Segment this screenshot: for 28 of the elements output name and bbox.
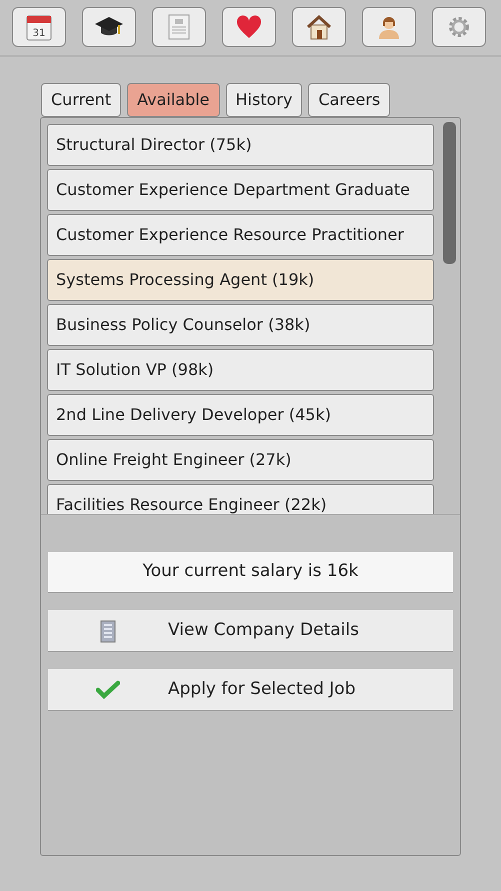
toolbar-button[interactable] <box>82 7 136 47</box>
scrollbar[interactable] <box>443 122 456 264</box>
house-icon <box>306 14 332 40</box>
tab[interactable]: History <box>226 83 302 117</box>
settings-icon <box>447 15 471 39</box>
action-button[interactable]: Apply for Selected Job <box>48 669 453 711</box>
salary-display: Your current salary is 16k <box>48 552 453 593</box>
job-item[interactable]: Systems Processing Agent (19k) <box>47 259 434 301</box>
toolbar-button[interactable] <box>292 7 346 47</box>
toolbar-button[interactable]: 31 <box>12 7 66 47</box>
tab[interactable]: Available <box>127 83 220 117</box>
job-item[interactable]: IT Solution VP (98k) <box>47 349 434 391</box>
job-item[interactable]: Structural Director (75k) <box>47 124 434 166</box>
job-item[interactable]: Facilities Resource Engineer (22k) <box>47 484 434 514</box>
heart-icon <box>236 15 262 39</box>
person-icon <box>377 14 401 40</box>
check-icon <box>96 680 120 700</box>
building-icon <box>98 618 118 642</box>
tab[interactable]: Careers <box>308 83 390 117</box>
job-item[interactable]: 2nd Line Delivery Developer (45k) <box>47 394 434 436</box>
document-icon <box>168 14 190 40</box>
job-item[interactable]: Customer Experience Resource Practitioner <box>47 214 434 256</box>
job-item[interactable]: Business Policy Counselor (38k) <box>47 304 434 346</box>
calendar-icon: 31 <box>26 13 52 41</box>
tab[interactable]: Current <box>41 83 122 117</box>
job-item[interactable]: Customer Experience Department Graduate <box>47 169 434 211</box>
action-button[interactable]: View Company Details <box>48 610 453 652</box>
job-item[interactable]: Online Freight Engineer (27k) <box>47 439 434 481</box>
